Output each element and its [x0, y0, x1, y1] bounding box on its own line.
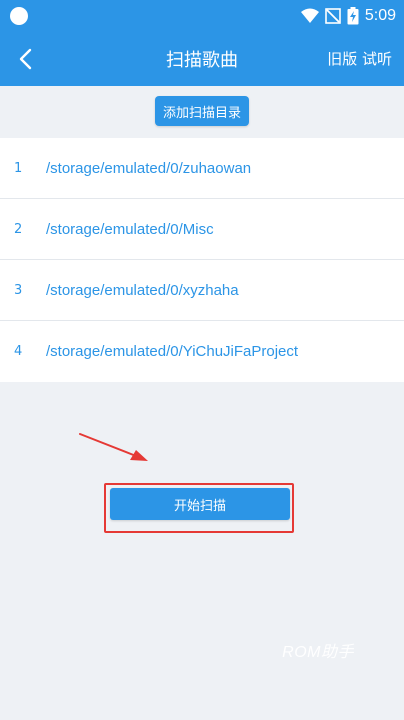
- item-path: /storage/emulated/0/xyzhaha: [46, 281, 239, 299]
- watermark: ROM助手: [282, 644, 354, 661]
- status-bar: 5:09: [0, 0, 404, 32]
- item-path: /storage/emulated/0/YiChuJiFaProject: [46, 343, 299, 360]
- list-item[interactable]: 1 /storage/emulated/0/zuhaowan: [0, 138, 404, 199]
- item-path: /storage/emulated/0/zuhaowan: [46, 159, 252, 177]
- list-item[interactable]: 2 /storage/emulated/0/Misc: [0, 199, 404, 260]
- annotation-arrow-icon: [79, 433, 148, 461]
- app-bar: 扫描歌曲 旧版 试听: [0, 32, 404, 86]
- no-signal-icon: [325, 8, 341, 24]
- list-item[interactable]: 4 /storage/emulated/0/YiChuJiFaProject: [0, 321, 404, 382]
- directory-list: 1 /storage/emulated/0/zuhaowan 2 /storag…: [0, 138, 404, 382]
- list-item[interactable]: 3 /storage/emulated/0/xyzhaha: [0, 260, 404, 321]
- item-index: 2: [14, 221, 23, 237]
- item-index: 4: [14, 344, 23, 359]
- add-scan-directory-button[interactable]: 添加扫描目录: [155, 96, 249, 126]
- old-version-preview-button[interactable]: 旧版 试听: [327, 48, 392, 69]
- item-index: 3: [14, 282, 23, 298]
- item-path: /storage/emulated/0/Misc: [46, 220, 214, 238]
- wifi-icon: [300, 8, 319, 23]
- status-icons: 5:09: [300, 5, 396, 27]
- battery-charging-icon: [347, 7, 359, 25]
- add-dir-row: 添加扫描目录: [0, 86, 404, 136]
- status-time: 5:09: [364, 7, 396, 24]
- start-scan-button[interactable]: 开始扫描: [110, 488, 290, 520]
- item-index: 1: [14, 160, 23, 176]
- notification-dot-icon: [10, 7, 28, 25]
